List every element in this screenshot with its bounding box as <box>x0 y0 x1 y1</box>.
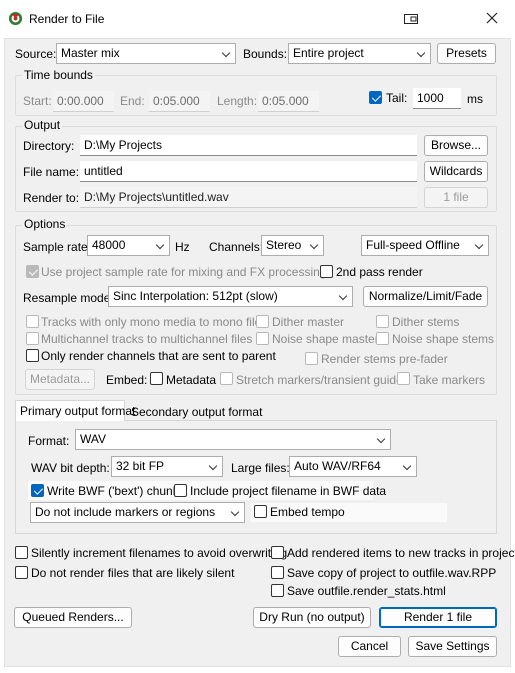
metadata-button[interactable]: Metadata... <box>25 369 95 390</box>
include-filename-label: Include project filename in BWF data <box>190 484 387 498</box>
dither-master-label: Dither master <box>272 315 345 329</box>
output-title: Output <box>22 118 63 132</box>
sample-rate-select[interactable]: 48000 <box>87 235 170 256</box>
use-project-rate-checkbox[interactable] <box>26 265 39 278</box>
resample-select[interactable]: Sinc Interpolation: 512pt (slow) <box>108 286 353 307</box>
render-button[interactable]: Render 1 file <box>379 607 497 628</box>
save-stats-checkbox[interactable] <box>271 584 284 597</box>
use-project-rate-label: Use project sample rate for mixing and F… <box>41 265 327 279</box>
format-label: Format: <box>28 434 70 448</box>
take-markers-label: Take markers <box>413 373 486 387</box>
large-files-select[interactable]: Auto WAV/RF64 <box>289 456 417 477</box>
render-speed-select[interactable]: Full-speed Offline <box>361 235 489 256</box>
dry-run-button[interactable]: Dry Run (no output) <box>253 607 371 628</box>
add-rendered-checkbox[interactable] <box>271 546 284 559</box>
end-field[interactable]: 0:05.000 <box>149 91 210 112</box>
bounds-select[interactable]: Entire project <box>288 43 431 64</box>
second-pass-label: 2nd pass render <box>336 265 423 279</box>
include-filename-checkbox[interactable] <box>174 484 187 497</box>
embed-label: Embed: <box>106 373 148 387</box>
dither-stems-checkbox[interactable] <box>376 315 389 328</box>
silently-increment-label: Silently increment filenames to avoid ov… <box>31 546 288 560</box>
filename-label: File name: <box>23 165 80 179</box>
tail-field[interactable]: 1000 <box>413 88 461 109</box>
resample-label: Resample mode: <box>23 291 114 305</box>
only-parent-label: Only render channels that are sent to pa… <box>41 349 276 363</box>
save-copy-checkbox[interactable] <box>271 566 284 579</box>
tail-unit: ms <box>467 92 483 106</box>
length-label: Length: <box>217 94 258 108</box>
embed-tempo-checkbox[interactable] <box>254 505 267 518</box>
only-parent-checkbox[interactable] <box>26 349 39 362</box>
large-files-label: Large files: <box>231 461 290 475</box>
noise-stems-checkbox[interactable] <box>376 332 389 345</box>
save-settings-button[interactable]: Save Settings <box>408 636 497 657</box>
save-copy-label: Save copy of project to outfile.wav.RPP <box>287 566 497 580</box>
time-bounds-title: Time bounds <box>22 68 95 82</box>
tab-secondary-format[interactable]: Secondary output format <box>127 402 266 423</box>
source-label: Source: <box>15 47 57 61</box>
add-rendered-label: Add rendered items to new tracks in proj… <box>287 546 515 560</box>
hz-label: Hz <box>175 240 190 254</box>
tail-checkbox[interactable] <box>369 91 382 104</box>
embed-metadata-checkbox[interactable] <box>150 372 163 385</box>
options-title: Options <box>22 217 68 231</box>
start-label: Start: <box>23 94 52 108</box>
mono-tracks-label: Tracks with only mono media to mono file… <box>41 315 268 329</box>
noise-master-label: Noise shape master <box>272 332 379 346</box>
dither-stems-label: Dither stems <box>392 315 460 329</box>
bounds-label: Bounds: <box>243 47 288 61</box>
no-silent-checkbox[interactable] <box>15 566 28 579</box>
write-bwf-checkbox[interactable] <box>31 484 44 497</box>
channels-select[interactable]: Stereo <box>261 235 324 256</box>
source-select[interactable]: Master mix <box>56 43 236 64</box>
embed-tempo-label: Embed tempo <box>270 505 345 519</box>
sample-rate-label: Sample rate: <box>23 240 92 254</box>
end-label: End: <box>120 94 145 108</box>
stretch-markers-label: Stretch markers/transient guides <box>236 373 409 387</box>
browse-button[interactable]: Browse... <box>424 135 488 156</box>
start-field[interactable]: 0:00.000 <box>53 91 114 112</box>
normalize-button[interactable]: Normalize/Limit/Fade <box>363 286 488 307</box>
title-bar: Render to File <box>0 0 515 38</box>
save-stats-label: Save outfile.render_stats.html <box>287 584 446 598</box>
close-icon[interactable] <box>486 12 498 24</box>
dither-master-checkbox[interactable] <box>256 315 269 328</box>
mono-tracks-checkbox[interactable] <box>26 315 39 328</box>
render-to-label: Render to: <box>23 191 80 205</box>
channels-label: Channels: <box>209 240 264 254</box>
bit-depth-label: WAV bit depth: <box>31 461 110 475</box>
no-silent-label: Do not render files that are likely sile… <box>31 566 235 580</box>
presets-button[interactable]: Presets <box>437 43 496 64</box>
dock-window-icon[interactable] <box>404 13 418 25</box>
silently-increment-checkbox[interactable] <box>15 546 28 559</box>
stems-prefader-checkbox[interactable] <box>305 352 318 365</box>
tab-primary-format[interactable]: Primary output format <box>15 400 135 421</box>
noise-stems-label: Noise shape stems <box>392 332 495 346</box>
tail-label: Tail: <box>386 91 408 105</box>
stems-prefader-label: Render stems pre-fader <box>321 352 448 366</box>
markers-select[interactable]: Do not include markers or regions <box>30 502 245 523</box>
directory-field[interactable]: D:\My Projects <box>80 135 417 156</box>
window-title: Render to File <box>29 12 105 26</box>
cancel-button[interactable]: Cancel <box>338 636 401 657</box>
format-select[interactable]: WAV <box>75 429 391 450</box>
second-pass-checkbox[interactable] <box>320 265 333 278</box>
reaper-logo-icon <box>8 11 23 26</box>
multichannel-checkbox[interactable] <box>26 332 39 345</box>
multichannel-label: Multichannel tracks to multichannel file… <box>41 332 253 346</box>
queued-renders-button[interactable]: Queued Renders... <box>14 607 132 628</box>
render-to-path: D:\My Projects\untitled.wav <box>80 187 417 208</box>
directory-label: Directory: <box>23 139 75 153</box>
write-bwf-label: Write BWF ('bext') chunk <box>47 484 179 498</box>
embed-metadata-label: Metadata <box>166 373 217 387</box>
bit-depth-select[interactable]: 32 bit FP <box>111 456 223 477</box>
filename-field[interactable]: untitled <box>80 161 417 182</box>
wildcards-button[interactable]: Wildcards <box>424 161 488 182</box>
length-field[interactable]: 0:05.000 <box>258 91 319 112</box>
noise-master-checkbox[interactable] <box>256 332 269 345</box>
take-markers-checkbox[interactable] <box>397 372 410 385</box>
file-count-button[interactable]: 1 file <box>424 187 488 208</box>
stretch-markers-checkbox[interactable] <box>220 372 233 385</box>
